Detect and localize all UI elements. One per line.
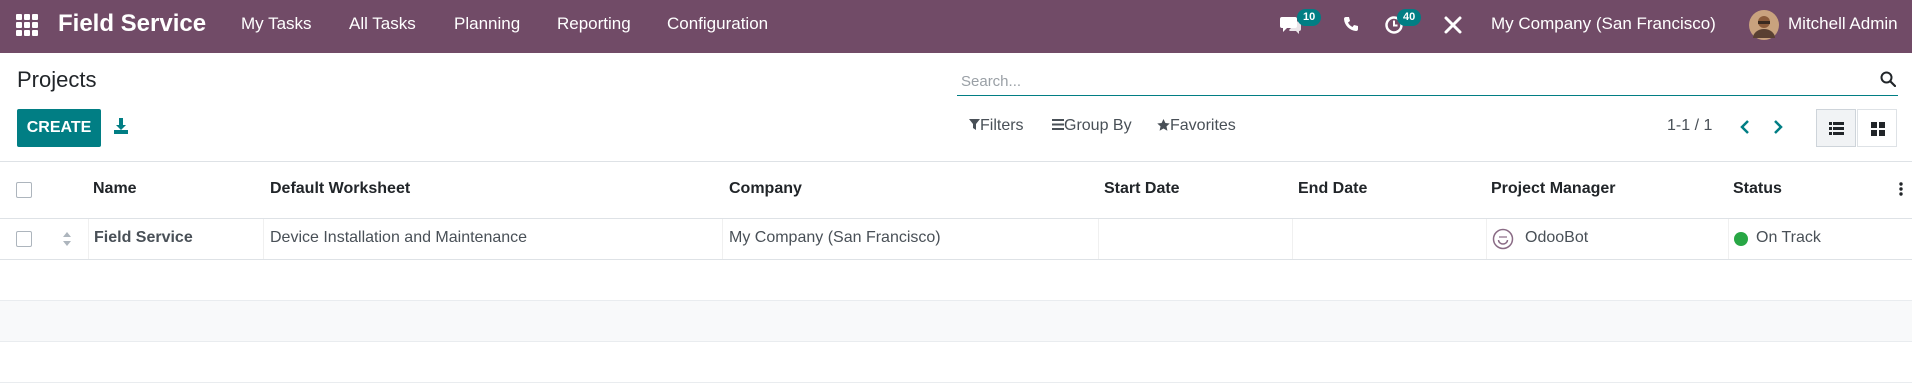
group-by-label: Group By <box>1064 117 1132 134</box>
cell-status: On Track <box>1756 229 1821 246</box>
kanban-view-button[interactable] <box>1857 109 1897 147</box>
drag-handle-icon[interactable] <box>62 231 72 247</box>
control-panel: Projects CREATE Filters Group By Favorit… <box>0 53 1912 162</box>
odoobot-avatar-icon <box>1492 228 1514 250</box>
cell-project-manager: OdooBot <box>1525 229 1589 246</box>
column-project-manager[interactable]: Project Manager <box>1491 180 1615 198</box>
column-status[interactable]: Status <box>1733 180 1782 198</box>
column-end-date[interactable]: End Date <box>1298 180 1367 198</box>
user-name[interactable]: Mitchell Admin <box>1788 0 1898 53</box>
activities-count-badge: 40 <box>1397 9 1422 26</box>
menu-planning[interactable]: Planning <box>454 0 520 53</box>
menu-configuration[interactable]: Configuration <box>667 0 768 53</box>
empty-row <box>0 260 1912 301</box>
select-all-checkbox[interactable] <box>16 182 32 198</box>
create-button[interactable]: CREATE <box>17 109 101 147</box>
cell-company: My Company (San Francisco) <box>729 229 941 246</box>
download-icon[interactable] <box>112 117 130 135</box>
pager-next-icon[interactable] <box>1769 118 1787 136</box>
cell-name: Field Service <box>94 229 193 246</box>
column-default-worksheet[interactable]: Default Worksheet <box>270 180 410 198</box>
star-icon <box>1157 119 1170 131</box>
filters-label: Filters <box>980 117 1024 134</box>
kanban-view-icon <box>1871 122 1885 136</box>
company-switcher[interactable]: My Company (San Francisco) <box>1491 0 1716 53</box>
empty-row <box>0 342 1912 383</box>
search-bar <box>957 65 1898 96</box>
list-view-button[interactable] <box>1816 109 1856 147</box>
cell-default-worksheet: Device Installation and Maintenance <box>270 229 528 246</box>
pager-value[interactable]: 1-1 / 1 <box>1667 117 1712 135</box>
menu-reporting[interactable]: Reporting <box>557 0 631 53</box>
empty-row <box>0 301 1912 342</box>
messages-count-badge: 10 <box>1297 9 1322 26</box>
favorites-label: Favorites <box>1170 117 1236 134</box>
status-indicator-icon[interactable] <box>1734 232 1748 246</box>
table-header: Name Default Worksheet Company Start Dat… <box>0 162 1912 219</box>
favorites-toggle[interactable]: Favorites <box>1157 117 1236 135</box>
optional-columns-icon[interactable] <box>1899 182 1903 196</box>
search-icon[interactable] <box>1880 71 1896 87</box>
page-title: Projects <box>17 67 97 92</box>
tools-icon[interactable] <box>1443 15 1463 35</box>
menu-my-tasks[interactable]: My Tasks <box>241 0 312 53</box>
column-company[interactable]: Company <box>729 180 802 198</box>
top-navbar: Field Service My Tasks All Tasks Plannin… <box>0 0 1912 53</box>
phone-icon[interactable] <box>1343 16 1359 32</box>
group-by-toggle[interactable]: Group By <box>1052 117 1132 135</box>
pager-previous-icon[interactable] <box>1736 118 1754 136</box>
column-name[interactable]: Name <box>93 180 137 198</box>
search-input[interactable] <box>959 67 1863 95</box>
column-start-date[interactable]: Start Date <box>1104 180 1180 198</box>
filters-toggle[interactable]: Filters <box>969 117 1024 135</box>
user-avatar[interactable] <box>1749 10 1779 40</box>
table-row[interactable]: Field Service Device Installation and Ma… <box>0 219 1912 260</box>
app-title[interactable]: Field Service <box>58 0 206 53</box>
row-checkbox[interactable] <box>16 231 32 247</box>
group-by-icon <box>1052 119 1064 130</box>
list-view-icon <box>1829 122 1844 135</box>
filter-icon <box>969 119 980 130</box>
menu-all-tasks[interactable]: All Tasks <box>349 0 416 53</box>
apps-menu-icon[interactable] <box>16 14 38 36</box>
